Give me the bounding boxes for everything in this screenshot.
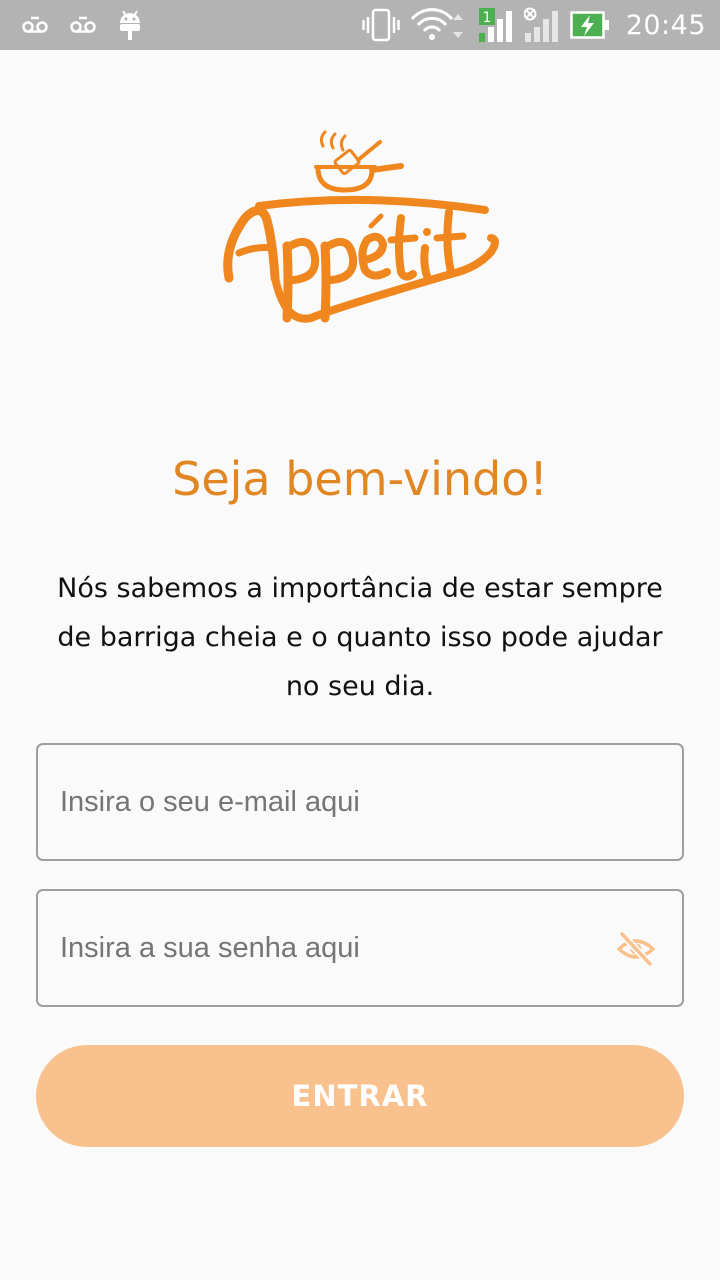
clock: 20:45	[625, 9, 706, 41]
voicemail-icon	[22, 16, 48, 33]
voicemail-icon	[70, 16, 96, 33]
welcome-title: Seja bem-vindo!	[172, 452, 548, 506]
battery-charging-icon	[569, 11, 609, 39]
email-field[interactable]	[36, 743, 684, 861]
visibility-off-icon[interactable]	[616, 929, 656, 969]
appetit-logo	[223, 130, 499, 323]
password-field[interactable]	[36, 889, 684, 1007]
vibrate-icon	[361, 8, 400, 42]
android-debug-icon	[120, 10, 140, 40]
notification-icons	[22, 8, 142, 42]
system-icons: 1 20:45	[361, 6, 706, 44]
enter-button[interactable]: ENTRAR	[36, 1045, 684, 1147]
email-input[interactable]	[60, 745, 620, 859]
wifi-icon	[410, 8, 463, 40]
welcome-description: Nós sabemos a importância de estar sempr…	[57, 573, 663, 702]
password-input[interactable]	[60, 891, 620, 1005]
status-bar: 1 20:45	[0, 0, 720, 50]
signal-sim1-icon: 1	[478, 8, 512, 42]
svg-text:1: 1	[482, 10, 491, 26]
signal-sim2-no-service-icon	[523, 7, 558, 42]
